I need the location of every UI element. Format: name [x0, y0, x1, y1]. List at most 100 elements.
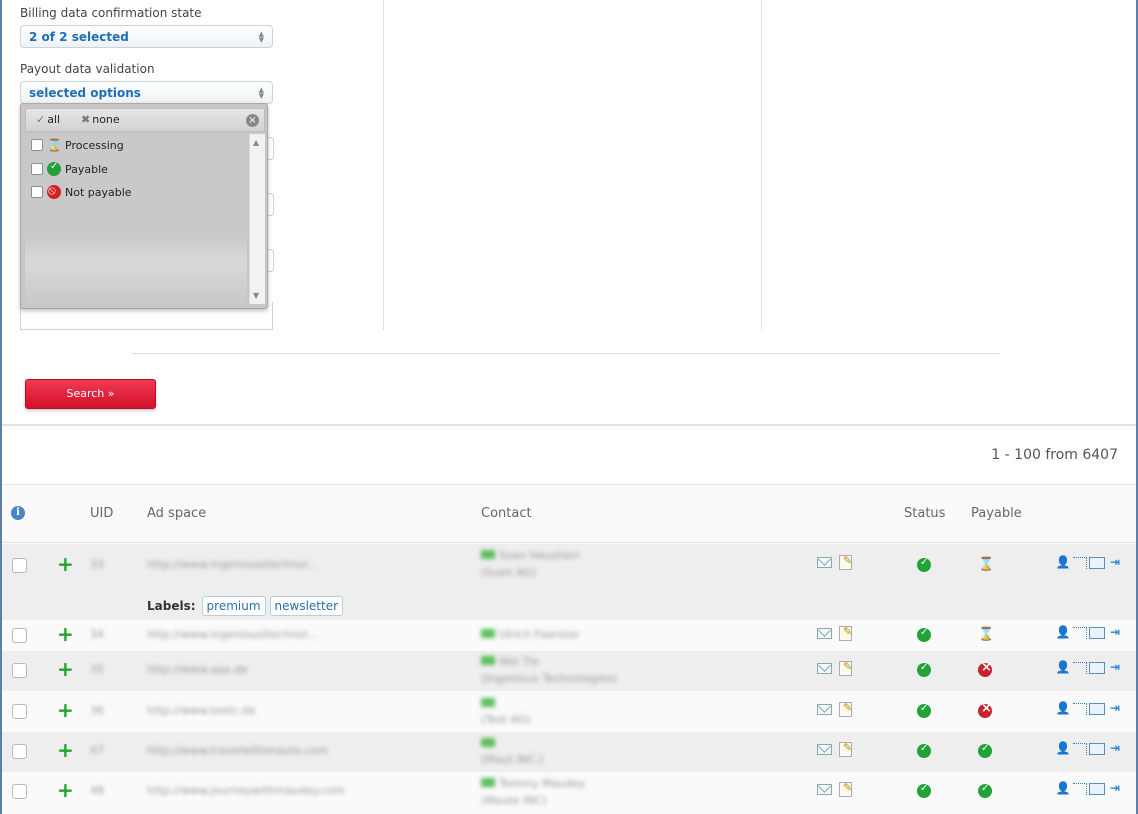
- link-icon[interactable]: [1073, 661, 1087, 674]
- user-icon[interactable]: 👤: [1055, 660, 1071, 675]
- link-icon[interactable]: [1073, 626, 1087, 639]
- row-contact[interactable]: Tommy Maudey: [481, 777, 585, 790]
- expand-plus-icon[interactable]: +: [57, 554, 74, 574]
- row-checkbox[interactable]: [12, 628, 27, 643]
- table-header: i UID Ad space Contact Status Payable: [2, 485, 1136, 543]
- row-contact[interactable]: [481, 737, 499, 750]
- status-ok-icon: [917, 743, 931, 758]
- mail-icon[interactable]: [817, 628, 832, 639]
- login-arrow-icon[interactable]: ⇥: [1107, 625, 1123, 640]
- option-checkbox[interactable]: [31, 186, 43, 198]
- login-arrow-icon[interactable]: ⇥: [1107, 781, 1123, 796]
- col-uid[interactable]: UID: [90, 506, 113, 521]
- option-payable[interactable]: Payable: [31, 160, 108, 178]
- row-adspace[interactable]: http://www.aaa.de: [147, 663, 248, 676]
- table-row: + 48 http://www.journeywithmaudey.com To…: [2, 772, 1136, 814]
- link-icon[interactable]: [1073, 742, 1087, 755]
- check-circle-icon: [47, 161, 61, 176]
- expand-plus-icon[interactable]: +: [57, 740, 74, 760]
- note-icon[interactable]: [839, 781, 852, 797]
- login-arrow-icon[interactable]: ⇥: [1107, 660, 1123, 675]
- table-row: + 36 http://www.teetc.de (Test AG) 👤 ⇥: [2, 691, 1136, 732]
- mail-icon[interactable]: [817, 557, 832, 568]
- table-row: + 35 http://www.aaa.de Wei Tie (Ingeniou…: [2, 651, 1136, 691]
- window-icon[interactable]: [1089, 626, 1105, 639]
- expand-plus-icon[interactable]: +: [57, 624, 74, 644]
- close-icon[interactable]: ×: [246, 114, 259, 127]
- col-payable[interactable]: Payable: [971, 506, 1022, 521]
- row-checkbox[interactable]: [12, 663, 27, 678]
- dropdown-scrollbar[interactable]: ▲ ▼: [249, 134, 265, 304]
- scroll-up-icon[interactable]: ▲: [253, 138, 259, 147]
- row-contact[interactable]: [481, 697, 499, 710]
- search-button[interactable]: Search »: [25, 379, 156, 409]
- row-adspace[interactable]: http://www.ingeniousltechnol...: [147, 628, 318, 641]
- option-not-payable[interactable]: Not payable: [31, 183, 132, 201]
- scroll-down-icon[interactable]: ▼: [253, 291, 259, 300]
- row-adspace[interactable]: http://www.ingeniousltechnol...: [147, 558, 318, 571]
- row-contact[interactable]: Ulrich Foerster: [481, 628, 580, 641]
- login-arrow-icon[interactable]: ⇥: [1107, 741, 1123, 756]
- user-icon[interactable]: 👤: [1055, 625, 1071, 640]
- pagination-info: 1 - 100 from 6407: [991, 447, 1118, 463]
- option-checkbox[interactable]: [31, 139, 43, 151]
- billing-state-label: Billing data confirmation state: [20, 6, 202, 20]
- row-checkbox[interactable]: [12, 784, 27, 799]
- login-arrow-icon[interactable]: ⇥: [1107, 701, 1123, 716]
- col-status[interactable]: Status: [904, 506, 945, 521]
- window-icon[interactable]: [1089, 661, 1105, 674]
- table-row: + 47 http://www.travelwithmaute.com (Mau…: [2, 732, 1136, 772]
- note-icon[interactable]: [839, 554, 852, 570]
- note-icon[interactable]: [839, 741, 852, 757]
- check-icon: ✓: [36, 113, 46, 126]
- note-icon[interactable]: [839, 660, 852, 676]
- row-checkbox[interactable]: [12, 704, 27, 719]
- option-label: Payable: [65, 162, 108, 176]
- window-icon[interactable]: [1089, 782, 1105, 795]
- expand-plus-icon[interactable]: +: [57, 780, 74, 800]
- row-uid: 34: [90, 628, 104, 641]
- mail-icon[interactable]: [817, 663, 832, 674]
- row-adspace[interactable]: http://www.travelwithmaute.com: [147, 744, 328, 757]
- label-tag[interactable]: premium: [201, 596, 266, 616]
- row-checkbox[interactable]: [12, 558, 27, 573]
- info-icon[interactable]: i: [11, 506, 25, 520]
- link-icon[interactable]: [1073, 782, 1087, 795]
- note-icon[interactable]: [839, 625, 852, 641]
- expand-plus-icon[interactable]: +: [57, 700, 74, 720]
- user-icon[interactable]: 👤: [1055, 701, 1071, 716]
- option-processing[interactable]: ⌛ Processing: [31, 136, 124, 154]
- mail-icon[interactable]: [817, 784, 832, 795]
- window-icon[interactable]: [1089, 742, 1105, 755]
- col-contact[interactable]: Contact: [481, 506, 532, 521]
- mail-icon[interactable]: [817, 744, 832, 755]
- option-checkbox[interactable]: [31, 163, 43, 175]
- link-icon[interactable]: [1073, 556, 1087, 569]
- col-adspace[interactable]: Ad space: [147, 506, 206, 521]
- billing-state-select[interactable]: 2 of 2 selected ▲ ▼: [20, 25, 273, 48]
- user-icon[interactable]: 👤: [1055, 741, 1071, 756]
- login-arrow-icon[interactable]: ⇥: [1107, 555, 1123, 570]
- user-icon[interactable]: 👤: [1055, 555, 1071, 570]
- hourglass-icon: ⌛: [978, 627, 995, 642]
- select-none-label: none: [92, 113, 120, 126]
- select-all-link[interactable]: ✓ all: [36, 113, 60, 126]
- payout-validation-select[interactable]: selected options ▲ ▼: [20, 81, 273, 104]
- note-icon[interactable]: [839, 701, 852, 717]
- link-icon[interactable]: [1073, 702, 1087, 715]
- window-icon[interactable]: [1089, 556, 1105, 569]
- select-none-link[interactable]: ✖ none: [81, 113, 120, 126]
- user-icon[interactable]: 👤: [1055, 781, 1071, 796]
- window-icon[interactable]: [1089, 702, 1105, 715]
- expand-plus-icon[interactable]: +: [57, 659, 74, 679]
- row-contact[interactable]: Sven Heusherr: [481, 549, 580, 562]
- row-checkbox[interactable]: [12, 744, 27, 759]
- not-payable-icon: [978, 660, 992, 677]
- row-contact[interactable]: Wei Tie: [481, 655, 539, 668]
- row-adspace[interactable]: http://www.journeywithmaudey.com: [147, 784, 345, 797]
- row-adspace[interactable]: http://www.teetc.de: [147, 704, 256, 717]
- row-actions: 👤 ⇥: [1055, 701, 1123, 716]
- row-uid: 47: [90, 744, 104, 757]
- mail-icon[interactable]: [817, 704, 832, 715]
- label-tag[interactable]: newsletter: [269, 596, 344, 616]
